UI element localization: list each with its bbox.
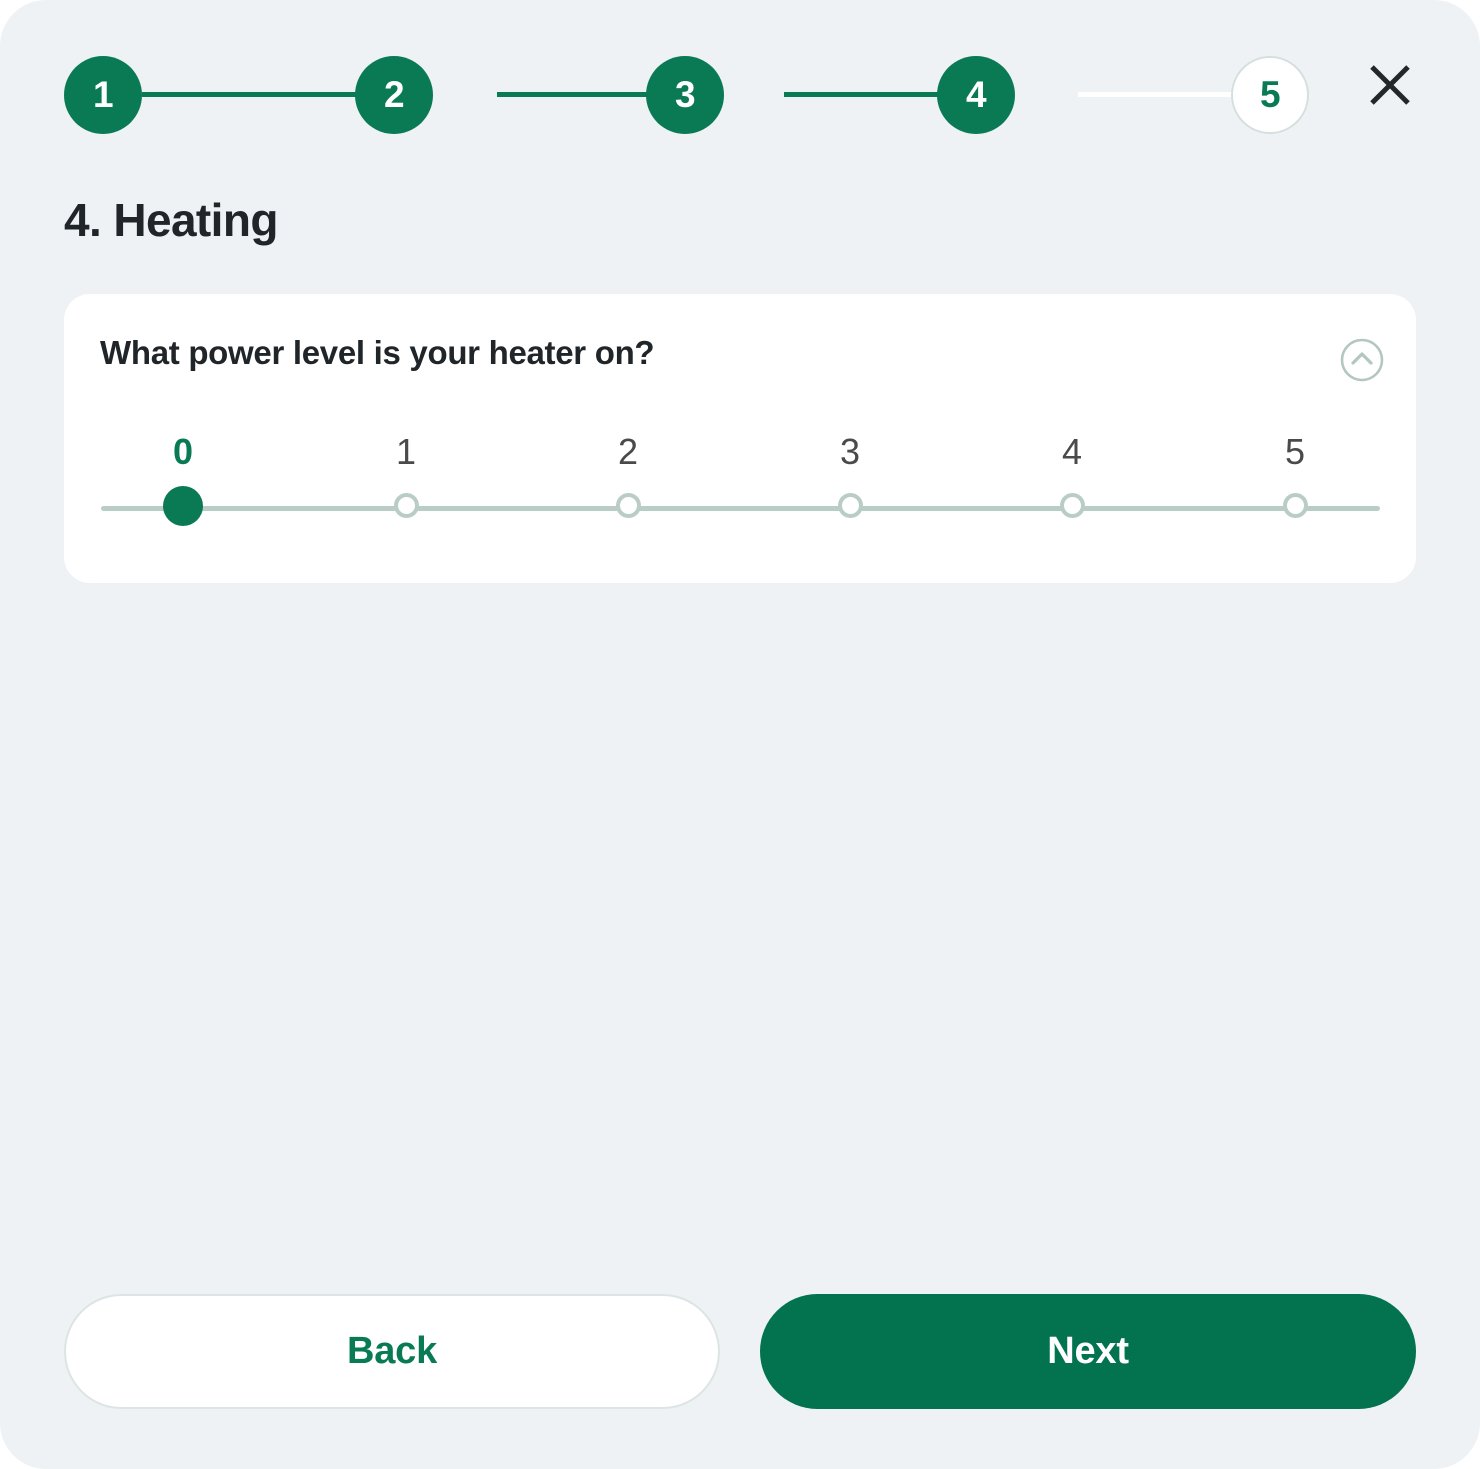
slider-dot-3[interactable] [837,493,863,518]
step-indicator-1[interactable]: 1 [64,56,142,134]
next-button[interactable]: Next [760,1294,1416,1409]
back-button[interactable]: Back [64,1294,720,1409]
step-label-1: 1 [92,74,114,115]
slider-label-5: 5 [1284,431,1306,472]
slider-dot-2[interactable] [615,493,641,518]
slider-dot-1[interactable] [393,493,419,518]
step-indicator-4[interactable]: 4 [937,56,1015,134]
step-indicator-5[interactable]: 5 [1231,56,1309,134]
slider-option-4[interactable]: 4 [1012,430,1132,518]
step-label-2: 2 [383,74,405,115]
close-button[interactable] [1358,53,1422,117]
step-indicator-2[interactable]: 2 [355,56,433,134]
slider-dot-4[interactable] [1059,493,1085,518]
collapse-card-button[interactable] [1340,338,1384,382]
question-card: What power level is your heater on? 0 1 … [64,294,1416,583]
onboarding-screen: 1 2 3 4 5 4. Heating What power level is… [0,0,1480,1469]
chevron-up-circle-icon [1340,338,1384,382]
power-level-slider[interactable]: 0 1 2 3 4 5 [101,430,1380,530]
slider-label-3: 3 [839,431,861,472]
step-label-5: 5 [1259,74,1281,115]
slider-label-1: 1 [395,431,417,472]
question-text: What power level is your heater on? [100,334,655,371]
step-label-4: 4 [965,74,987,115]
close-icon [1370,65,1410,105]
slider-label-4: 4 [1061,431,1083,472]
slider-dot-5[interactable] [1282,493,1308,518]
step-indicator-3[interactable]: 3 [646,56,724,134]
slider-option-5[interactable]: 5 [1235,430,1355,518]
page-title: 4. Heating [64,194,278,246]
slider-track [101,506,1380,511]
slider-dot-0[interactable] [163,486,203,526]
slider-label-0: 0 [172,431,194,472]
slider-option-1[interactable]: 1 [346,430,466,518]
slider-option-3[interactable]: 3 [790,430,910,518]
progress-stepper: 1 2 3 4 5 [64,56,1309,134]
slider-option-2[interactable]: 2 [568,430,688,518]
step-label-3: 3 [674,74,696,115]
slider-label-2: 2 [617,431,639,472]
slider-option-0[interactable]: 0 [123,430,243,526]
